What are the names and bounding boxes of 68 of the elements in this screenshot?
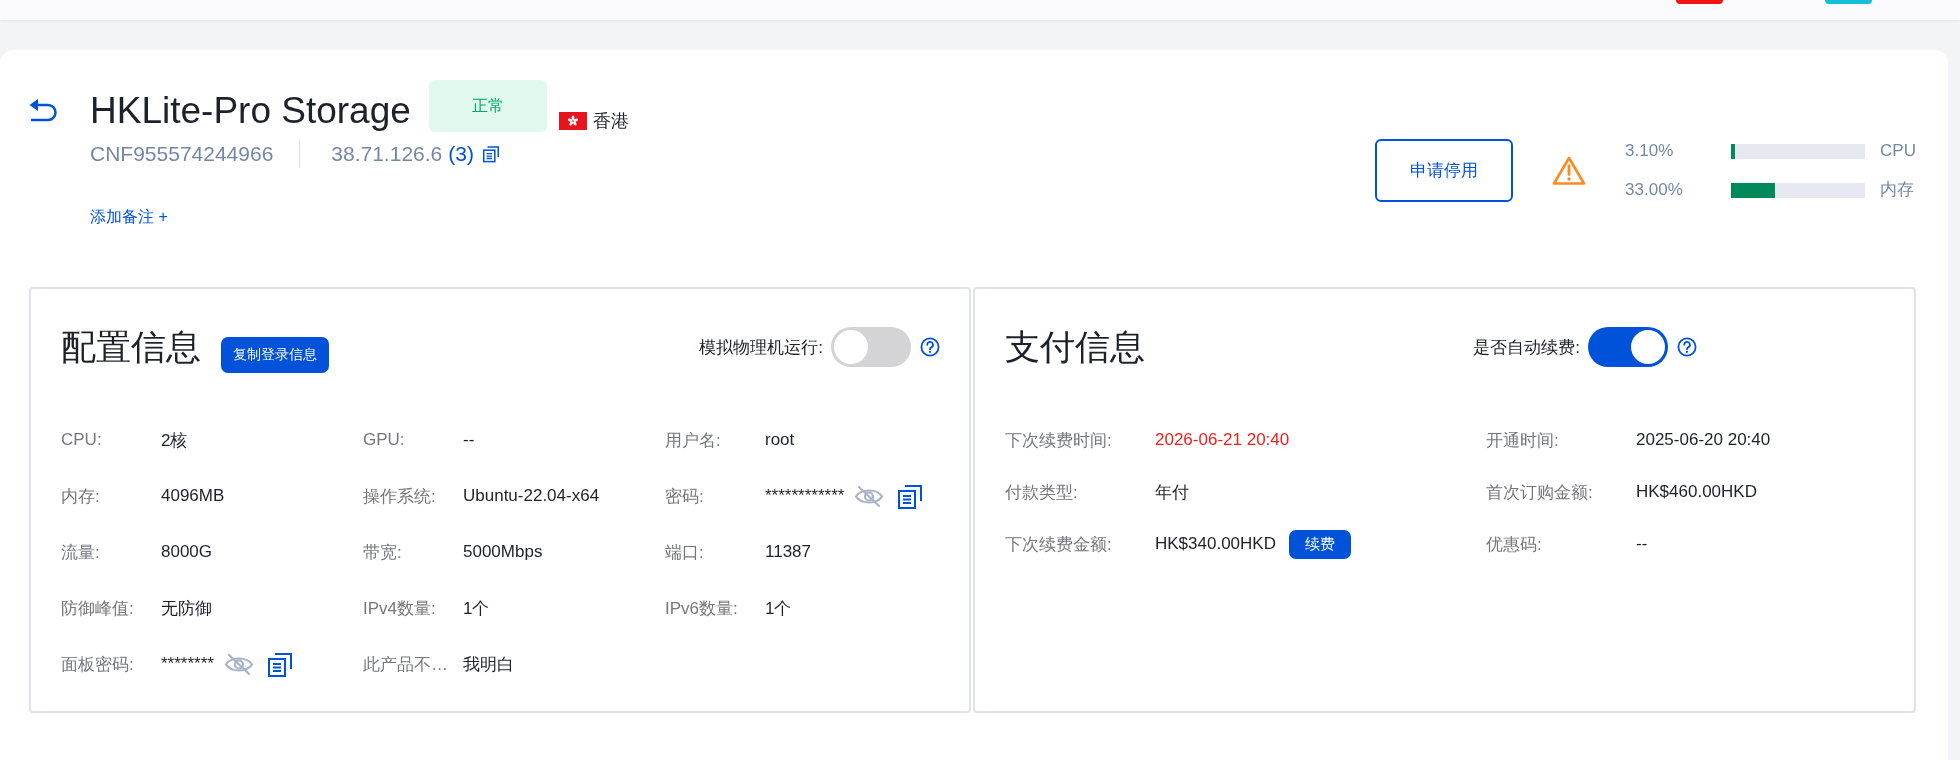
field-label: 下次续费金额: <box>1005 533 1113 556</box>
field-label: 端口: <box>665 541 705 564</box>
field-label: 优惠码: <box>1486 533 1543 556</box>
warning-icon <box>1552 155 1587 186</box>
field-value: 11387 <box>765 542 811 562</box>
field-label: 密码: <box>665 485 705 508</box>
usage-reading: 3.10% <box>1625 140 1675 162</box>
usage-reading: 33.00% <box>1625 179 1684 201</box>
field-value: 1个 <box>765 597 792 620</box>
field-value: 1个 <box>463 597 490 620</box>
field-label: 流量: <box>61 541 101 564</box>
field-label: 开通时间: <box>1486 429 1560 452</box>
field-label: 首次订购金额: <box>1486 481 1594 504</box>
status-tag: 正常 <box>428 80 547 132</box>
card-title: 配置信息 <box>61 326 201 368</box>
request-disable-button[interactable]: 申请停用 <box>1375 139 1514 202</box>
toggle-switch[interactable] <box>831 327 911 367</box>
field-value: HK$460.00HKD <box>1636 482 1757 502</box>
field-label: 带宽: <box>363 541 403 564</box>
add-note-link[interactable]: 添加备注 + <box>90 206 168 228</box>
field-value: root <box>765 430 795 450</box>
field-value: 无防御 <box>161 597 212 620</box>
field-label: GPU: <box>363 430 406 450</box>
copy-icon[interactable] <box>266 651 293 677</box>
field-value: 年付 <box>1155 481 1189 504</box>
help-icon[interactable] <box>920 337 940 357</box>
field-label: 下次续费时间: <box>1005 429 1113 452</box>
field-label: 付款类型: <box>1005 481 1079 504</box>
field-value: 4096MB <box>161 486 225 506</box>
region-label: 香港 <box>592 110 629 132</box>
masked-password: ************ <box>765 486 845 506</box>
field-value: 我明白 <box>463 653 514 676</box>
toggle-switch[interactable] <box>1588 327 1668 367</box>
field-value: 5000Mbps <box>463 542 543 562</box>
card-title: 支付信息 <box>1005 326 1145 368</box>
field-label: 面板密码: <box>61 653 135 676</box>
copy-login-button[interactable]: 复制登录信息 <box>221 337 329 373</box>
field-label: 内存: <box>61 485 101 508</box>
field-value: 2核 <box>161 429 188 452</box>
field-value: 2025-06-20 20:40 <box>1636 430 1771 450</box>
field-label: 防御峰值: <box>61 597 135 620</box>
field-label: IPv4数量: <box>363 597 437 620</box>
field-value: 8000G <box>161 542 213 562</box>
toggle-label: 模拟物理机运行: <box>699 336 823 359</box>
field-value: HK$340.00HKD <box>1155 534 1276 554</box>
field-label: 用户名: <box>665 429 722 452</box>
flag-icon <box>558 112 587 130</box>
field-value: -- <box>1636 534 1648 554</box>
field-label: 此产品不… <box>363 653 449 676</box>
field-value: -- <box>463 430 475 450</box>
back-arrow-icon[interactable] <box>28 97 58 123</box>
field-value: 2026-06-21 20:40 <box>1155 430 1290 450</box>
field-value: Ubuntu-22.04-x64 <box>463 486 600 506</box>
copy-icon[interactable] <box>481 145 500 163</box>
help-icon[interactable] <box>1677 337 1697 357</box>
renew-button[interactable]: 续费 <box>1288 529 1351 559</box>
usage-label: CPU <box>1880 140 1916 162</box>
field-label: CPU: <box>61 430 103 450</box>
field-label: IPv6数量: <box>665 597 739 620</box>
toggle-label: 是否自动续费: <box>1473 336 1580 359</box>
instance-id: CNF955574244966 <box>90 142 274 166</box>
ip-count-link[interactable]: (3) <box>448 142 474 166</box>
server-title: HKLite-Pro Storage <box>90 89 411 133</box>
copy-icon[interactable] <box>897 483 924 509</box>
usage-label: 内存 <box>1880 179 1916 201</box>
ip-address: 38.71.126.6 <box>331 142 443 166</box>
masked-password: ******** <box>161 654 214 674</box>
field-label: 操作系统: <box>363 485 437 508</box>
